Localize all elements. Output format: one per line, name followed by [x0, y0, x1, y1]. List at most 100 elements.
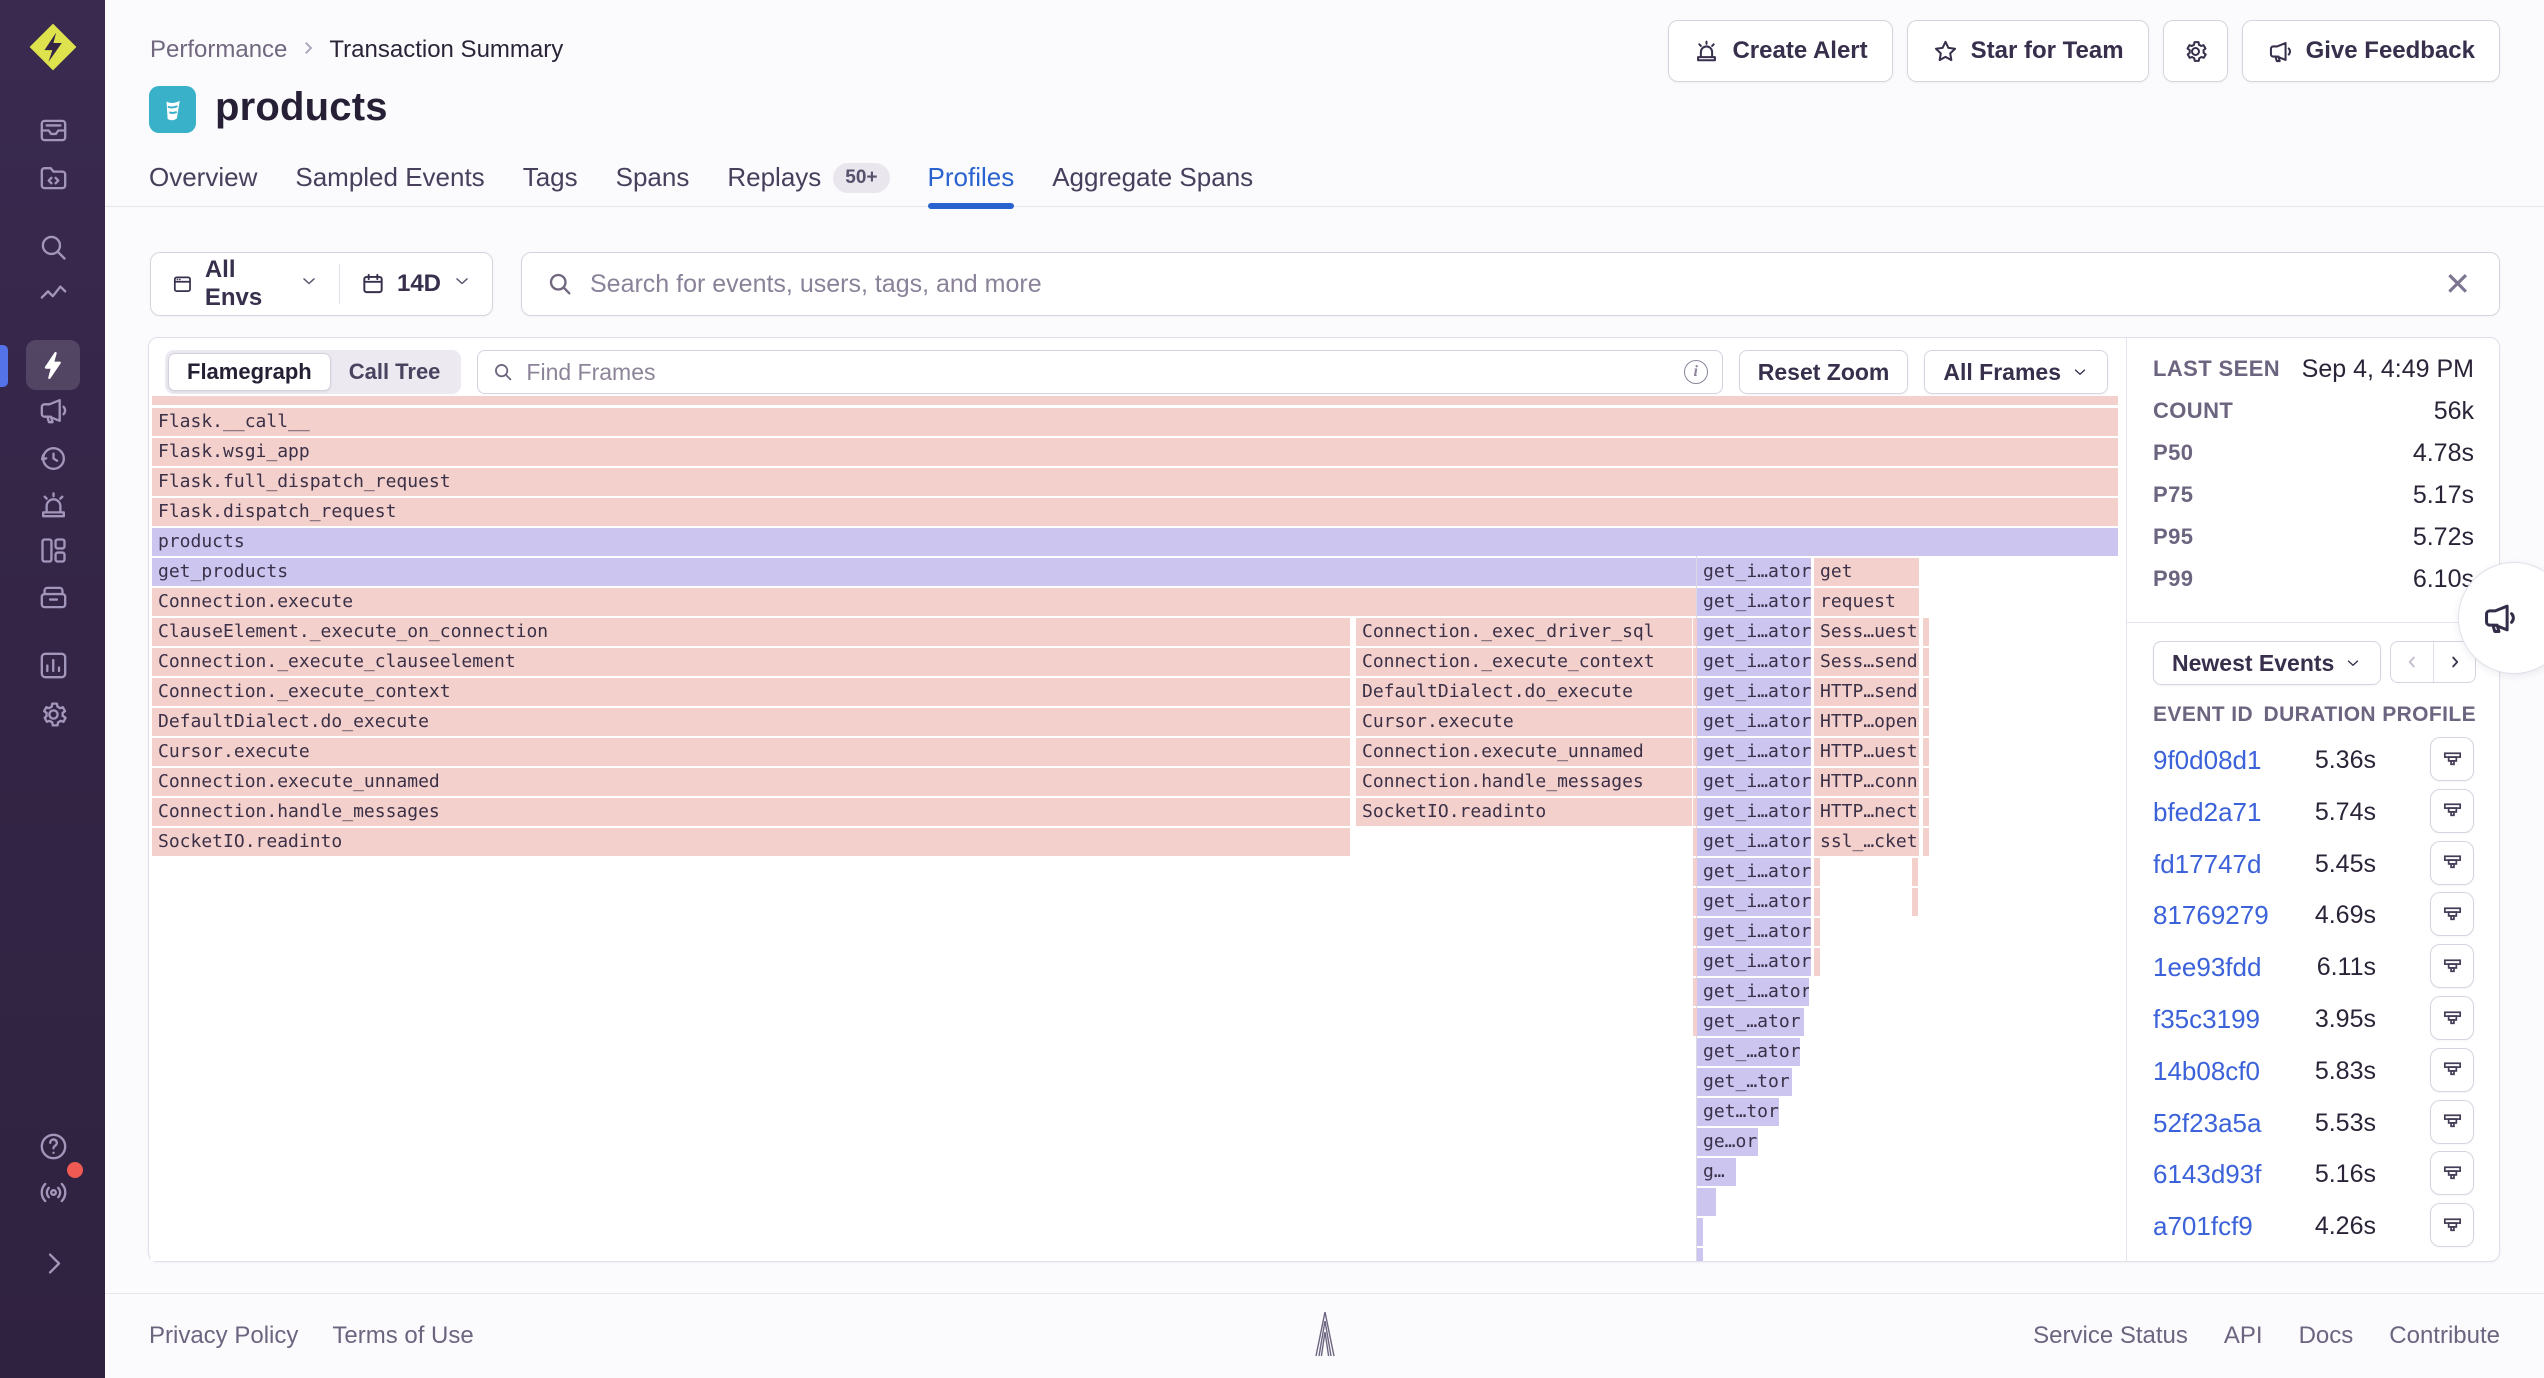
flame-frame-connection-execute-context[interactable]: Connection._execute_context: [152, 678, 1350, 706]
tab-tags[interactable]: Tags: [523, 162, 578, 207]
tab-overview[interactable]: Overview: [149, 162, 257, 207]
flamegraph[interactable]: Flask.__call__Flask.wsgi_appFlask.full_d…: [151, 396, 2124, 1261]
flame-frame-flask-wsgi-app[interactable]: Flask.wsgi_app: [152, 438, 2118, 466]
flame-frame-connection-exec-driver-sql[interactable]: Connection._exec_driver_sql: [1356, 618, 1692, 646]
flame-frame-get-tor[interactable]: get_…tor: [1697, 1068, 1792, 1096]
search-input[interactable]: [590, 270, 2424, 299]
flame-frame-get-i-ator[interactable]: get_i…ator: [1697, 888, 1811, 916]
give-feedback-button[interactable]: Give Feedback: [2242, 20, 2500, 82]
flame-frame-flask-dispatch-request[interactable]: Flask.dispatch_request: [152, 498, 2118, 526]
flame-frame-get-products[interactable]: get_products: [152, 558, 1696, 586]
flame-frame[interactable]: [1923, 678, 1929, 706]
flame-frame-clauseelement-execute-on-connection[interactable]: ClauseElement._execute_on_connection: [152, 618, 1350, 646]
tab-profiles[interactable]: Profiles: [928, 162, 1015, 207]
event-id-link[interactable]: 9f0d08d1: [2153, 745, 2261, 776]
sidebar-item-stats[interactable]: [26, 640, 80, 690]
sentry-logo-icon[interactable]: [26, 20, 80, 74]
call-tree-view-button[interactable]: Call Tree: [331, 353, 459, 391]
flame-frame[interactable]: [1923, 738, 1929, 766]
view-profile-button[interactable]: [2430, 1151, 2474, 1195]
flame-frame-flask-call-[interactable]: Flask.__call__: [152, 408, 2118, 436]
event-id-link[interactable]: 1ee93fdd: [2153, 952, 2261, 983]
flame-frame-flask-full-dispatch-request[interactable]: Flask.full_dispatch_request: [152, 468, 2118, 496]
flame-frame[interactable]: [1814, 858, 1820, 886]
sidebar-item-collapse[interactable]: [26, 1238, 80, 1288]
flame-frame-http-open[interactable]: HTTP…open: [1814, 708, 1919, 736]
flame-frame-socketio-readinto[interactable]: SocketIO.readinto: [1356, 798, 1692, 826]
flame-frame-get-ator[interactable]: get_…ator: [1697, 1038, 1800, 1066]
flame-frame-http-conn[interactable]: HTTP…conn: [1814, 768, 1919, 796]
flame-frame-connection-handle-messages[interactable]: Connection.handle_messages: [1356, 768, 1692, 796]
info-icon[interactable]: i: [1684, 360, 1708, 384]
tab-replays[interactable]: Replays50+: [727, 162, 889, 207]
create-alert-button[interactable]: Create Alert: [1668, 20, 1892, 82]
view-profile-button[interactable]: [2430, 892, 2474, 936]
flame-frame[interactable]: [1814, 918, 1820, 946]
environment-selector[interactable]: All Envs: [151, 253, 339, 315]
flame-frame[interactable]: [1923, 768, 1929, 796]
tab-aggregate-spans[interactable]: Aggregate Spans: [1052, 162, 1253, 207]
flame-frame-get-i-ator[interactable]: get_i…ator: [1697, 678, 1811, 706]
event-id-link[interactable]: 52f23a5a: [2153, 1108, 2261, 1139]
sidebar-item-alerts[interactable]: [26, 480, 80, 530]
flame-frame-products[interactable]: products: [152, 528, 2118, 556]
previous-page-button[interactable]: [2391, 642, 2433, 682]
sidebar-item-projects[interactable]: [26, 153, 80, 203]
flame-frame-get-i-ator[interactable]: get_i…ator: [1697, 858, 1811, 886]
flame-frame-get-i-ator[interactable]: get_i…ator: [1697, 558, 1811, 586]
flame-frame[interactable]: [1923, 708, 1929, 736]
star-for-team-button[interactable]: Star for Team: [1907, 20, 2149, 82]
footer-link-contribute[interactable]: Contribute: [2389, 1322, 2500, 1350]
flame-frame-get-i-ator[interactable]: get_i…ator: [1697, 768, 1811, 796]
flame-frame-connection-execute-unnamed[interactable]: Connection.execute_unnamed: [152, 768, 1350, 796]
event-id-link[interactable]: 6143d93f: [2153, 1159, 2261, 1190]
view-profile-button[interactable]: [2430, 996, 2474, 1040]
flame-frame-ssl-cket[interactable]: ssl_…cket: [1814, 828, 1919, 856]
flame-frame-defaultdialect-do-execute[interactable]: DefaultDialect.do_execute: [152, 708, 1350, 736]
find-frames-input[interactable]: [526, 359, 1671, 386]
flame-frame-get-i-ator[interactable]: get_i…ator: [1697, 948, 1811, 976]
flame-frame-get-i-ator[interactable]: get_i…ator: [1697, 918, 1811, 946]
flame-frame-http-nect[interactable]: HTTP…nect: [1814, 798, 1919, 826]
event-id-link[interactable]: bfed2a71: [2153, 797, 2261, 828]
flame-frame[interactable]: [1697, 1248, 1703, 1261]
footer-link-service-status[interactable]: Service Status: [2033, 1322, 2188, 1350]
sidebar-item-profiling[interactable]: [26, 340, 80, 390]
footer-link-docs[interactable]: Docs: [2299, 1322, 2354, 1350]
flame-frame[interactable]: [1912, 858, 1918, 886]
tab-sampled-events[interactable]: Sampled Events: [295, 162, 484, 207]
clear-search-icon[interactable]: ✕: [2440, 268, 2475, 300]
flame-frame[interactable]: [1697, 1218, 1703, 1246]
view-profile-button[interactable]: [2430, 789, 2474, 833]
flame-frame-clipped[interactable]: [152, 396, 2118, 405]
flame-frame-defaultdialect-do-execute[interactable]: DefaultDialect.do_execute: [1356, 678, 1692, 706]
flamegraph-view-button[interactable]: Flamegraph: [168, 353, 331, 391]
event-id-link[interactable]: fd17747d: [2153, 849, 2261, 880]
flame-frame[interactable]: [1814, 888, 1820, 916]
flame-frame-connection-execute-unnamed[interactable]: Connection.execute_unnamed: [1356, 738, 1692, 766]
flame-frame-connection-execute[interactable]: Connection.execute: [152, 588, 1696, 616]
flame-frame[interactable]: [1923, 618, 1929, 646]
footer-link-api[interactable]: API: [2224, 1322, 2263, 1350]
flame-frame-get-i-ator[interactable]: get_i…ator: [1697, 648, 1811, 676]
event-id-link[interactable]: 14b08cf0: [2153, 1056, 2260, 1087]
breadcrumb-performance[interactable]: Performance: [150, 36, 287, 64]
event-id-link[interactable]: a701fcf9: [2153, 1211, 2253, 1242]
sidebar-item-releases[interactable]: [26, 385, 80, 435]
all-frames-dropdown[interactable]: All Frames: [1924, 350, 2108, 394]
settings-button[interactable]: [2163, 20, 2228, 82]
flame-frame-ge-or[interactable]: ge…or: [1697, 1128, 1758, 1156]
view-profile-button[interactable]: [2430, 1048, 2474, 1092]
flame-frame-g-[interactable]: g…: [1697, 1158, 1736, 1186]
sidebar-item-history[interactable]: [26, 433, 80, 483]
flame-frame-get[interactable]: get: [1814, 558, 1919, 586]
flame-frame-connection-handle-messages[interactable]: Connection.handle_messages: [152, 798, 1350, 826]
flame-frame-get-i-ator[interactable]: get_i…ator: [1697, 588, 1811, 616]
sidebar-item-broadcast[interactable]: [26, 1167, 80, 1217]
flame-frame-get-i-ator[interactable]: get_i…ator: [1697, 738, 1811, 766]
flame-frame-get-i-ator[interactable]: get_i…ator: [1697, 618, 1811, 646]
flame-frame-cursor-execute[interactable]: Cursor.execute: [1356, 708, 1692, 736]
event-id-link[interactable]: 81769279: [2153, 900, 2269, 931]
flame-frame-cursor-execute[interactable]: Cursor.execute: [152, 738, 1350, 766]
sidebar-item-dashboards[interactable]: [26, 525, 80, 575]
